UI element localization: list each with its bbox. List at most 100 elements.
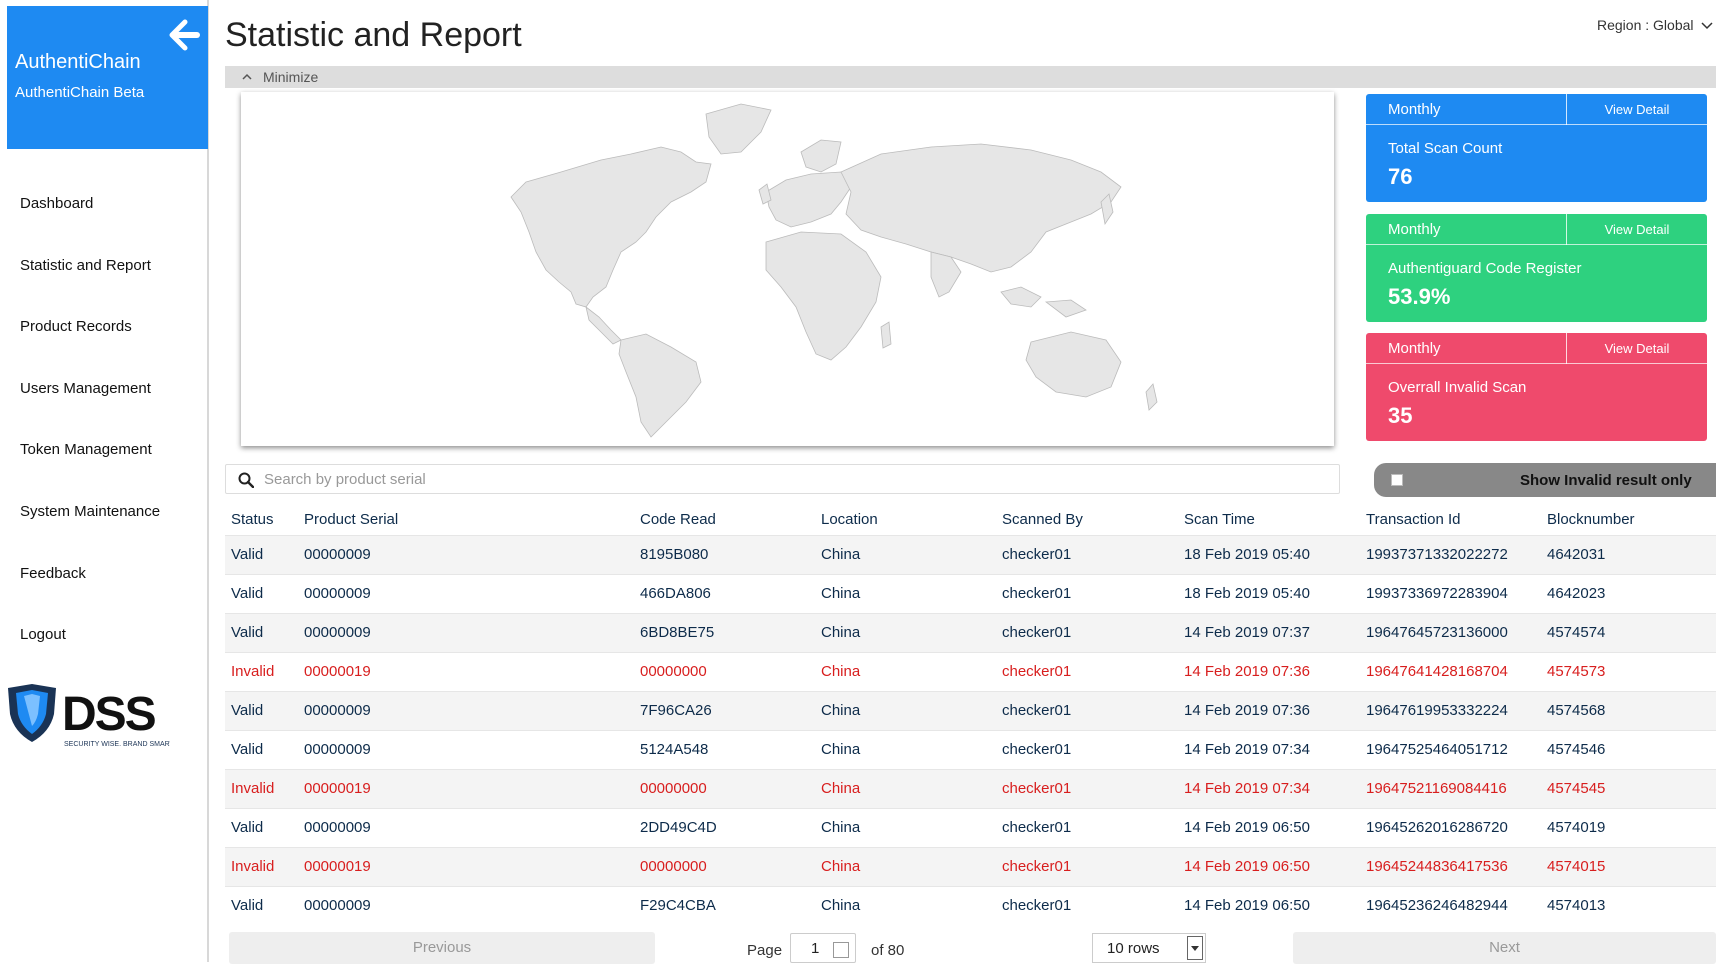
card-header: Monthly View Detail — [1366, 214, 1707, 245]
table-cell: 7F96CA26 — [634, 691, 815, 730]
table-cell: 00000009 — [304, 819, 371, 836]
world-map[interactable] — [241, 92, 1334, 446]
table-cell: 4642023 — [1547, 585, 1606, 602]
table-cell: 14 Feb 2019 06:50 — [1178, 847, 1360, 886]
table-row[interactable]: Invalid 00000019 00000000 China checker01 14 … — [225, 652, 1716, 691]
table-row[interactable]: Valid 00000009 F29C4CBA China checker01 14 Fe… — [225, 886, 1716, 925]
brand-subtitle: AuthentiChain Beta — [15, 84, 145, 101]
invalid-filter-toggle[interactable]: Show Invalid result only — [1374, 463, 1716, 497]
sidebar-item-product-records[interactable]: Product Records — [20, 318, 132, 335]
table-cell: Valid — [225, 691, 298, 730]
search-box — [225, 464, 1340, 494]
table-cell: 19645244836417536 — [1360, 847, 1541, 886]
svg-text:DSS: DSS — [62, 688, 156, 741]
minimize-bar[interactable]: Minimize — [225, 66, 1716, 88]
table-cell: 466DA806 — [640, 585, 711, 602]
card-period: Monthly — [1388, 340, 1441, 357]
column-header[interactable]: Blocknumber — [1541, 505, 1716, 535]
table-cell: checker01 — [996, 691, 1178, 730]
table-cell: 4574568 — [1541, 691, 1716, 730]
table-cell: China — [821, 585, 861, 602]
table-cell: 14 Feb 2019 07:36 — [1178, 691, 1360, 730]
table-cell: 19647619953332224 — [1360, 691, 1541, 730]
table-cell: checker01 — [1002, 897, 1072, 915]
svg-text:SECURITY WISE. BRAND SMART.: SECURITY WISE. BRAND SMART. — [64, 741, 170, 748]
search-icon — [238, 472, 254, 488]
table-cell: 00000019 — [298, 847, 634, 886]
page-title: Statistic and Report — [225, 16, 522, 54]
table-cell: checker01 — [1002, 585, 1072, 602]
table-cell: 14 Feb 2019 07:34 — [1178, 769, 1360, 808]
table-cell: 4574574 — [1541, 613, 1716, 652]
table-row[interactable]: Valid 00000009 2DD49C4D China checker01 14 Fe… — [225, 808, 1716, 847]
view-detail-button[interactable]: View Detail — [1566, 214, 1707, 245]
table-row[interactable]: Invalid 00000019 00000000 China checker01 14 … — [225, 769, 1716, 808]
table-cell: 14 Feb 2019 06:50 — [1184, 897, 1310, 915]
column-header[interactable]: Location — [815, 505, 996, 535]
card-period: Monthly — [1388, 221, 1441, 238]
table-row[interactable]: Invalid 00000019 00000000 China checker01 14 … — [225, 847, 1716, 886]
table-cell: 00000009 — [298, 535, 634, 574]
view-detail-button[interactable]: View Detail — [1566, 333, 1707, 364]
table-cell: Invalid — [225, 847, 298, 886]
column-header[interactable]: Status — [225, 505, 298, 535]
table-cell: checker01 — [1002, 663, 1072, 680]
table-cell: 18 Feb 2019 05:40 — [1184, 585, 1310, 602]
table-cell: 2DD49C4D — [640, 819, 717, 836]
table-cell: Valid — [231, 819, 264, 836]
table-cell: Invalid — [231, 663, 275, 680]
sidebar-item-users-management[interactable]: Users Management — [20, 380, 151, 397]
table-cell: 19937336972283904 — [1366, 585, 1508, 602]
table-cell: Valid — [231, 897, 264, 915]
column-header[interactable]: Transaction Id — [1360, 505, 1541, 535]
column-header[interactable]: Scan Time — [1178, 505, 1360, 535]
table-row[interactable]: Valid 00000009 5124A548 China checker01 14 Fe… — [225, 730, 1716, 769]
table-row[interactable]: Valid 00000009 466DA806 China checker01 18 Fe… — [225, 574, 1716, 613]
page-stepper-icon[interactable] — [833, 942, 849, 958]
table-cell: 00000009 — [304, 741, 371, 758]
column-header[interactable]: Product Serial — [298, 505, 634, 535]
sidebar-item-token-management[interactable]: Token Management — [20, 441, 152, 458]
card-header: Monthly View Detail — [1366, 333, 1707, 364]
sidebar-item-dashboard[interactable]: Dashboard — [20, 195, 93, 212]
page-count: of 80 — [871, 942, 905, 959]
card-total-scan-count: Monthly View Detail Total Scan Count 76 — [1366, 94, 1707, 202]
world-map-panel — [241, 92, 1334, 446]
card-code-register: Monthly View Detail Authentiguard Code R… — [1366, 214, 1707, 322]
next-button[interactable]: Next — [1293, 932, 1716, 964]
table-cell: checker01 — [1002, 819, 1072, 836]
rows-per-page-select[interactable]: 10 rows — [1092, 933, 1206, 963]
table-row[interactable]: Valid 00000009 6BD8BE75 China checker01 14 Fe… — [225, 613, 1716, 652]
table-cell: China — [821, 897, 861, 915]
back-arrow-icon[interactable] — [167, 18, 201, 52]
card-period: Monthly — [1388, 101, 1441, 118]
search-input[interactable] — [264, 468, 1324, 490]
previous-button[interactable]: Previous — [229, 932, 655, 964]
table-cell: China — [815, 535, 996, 574]
table-cell: China — [821, 741, 861, 758]
brand-title: AuthentiChain — [15, 51, 141, 73]
card-label: Overrall Invalid Scan — [1388, 379, 1527, 396]
dss-logo: DSS SECURITY WISE. BRAND SMART. — [8, 684, 170, 748]
table-cell: China — [815, 847, 996, 886]
table-cell: checker01 — [996, 535, 1178, 574]
table-cell: 00000019 — [304, 663, 371, 680]
view-detail-button[interactable]: View Detail — [1566, 94, 1707, 125]
invalid-only-checkbox[interactable] — [1391, 474, 1403, 486]
region-select[interactable]: Region : Global — [1597, 17, 1713, 33]
brand-panel: AuthentiChain AuthentiChain Beta — [7, 6, 208, 149]
region-label: Region : Global — [1597, 17, 1694, 33]
card-label: Authentiguard Code Register — [1388, 260, 1582, 277]
table-row[interactable]: Valid 00000009 7F96CA26 China checker01 14 Fe… — [225, 691, 1716, 730]
table-row[interactable]: Valid 00000009 8195B080 China checker01 18 Fe… — [225, 535, 1716, 574]
sidebar-item-statistic-and-report[interactable]: Statistic and Report — [20, 257, 151, 274]
sidebar-item-feedback[interactable]: Feedback — [20, 565, 86, 582]
sidebar-item-logout[interactable]: Logout — [20, 626, 66, 643]
table-cell: China — [821, 819, 861, 836]
sidebar-item-system-maintenance[interactable]: System Maintenance — [20, 503, 160, 520]
table-cell: 4574546 — [1547, 741, 1606, 758]
page-number-input[interactable]: 1 — [790, 933, 856, 963]
table-cell: 19645262016286720 — [1366, 819, 1508, 836]
column-header[interactable]: Code Read — [634, 505, 815, 535]
column-header[interactable]: Scanned By — [996, 505, 1178, 535]
